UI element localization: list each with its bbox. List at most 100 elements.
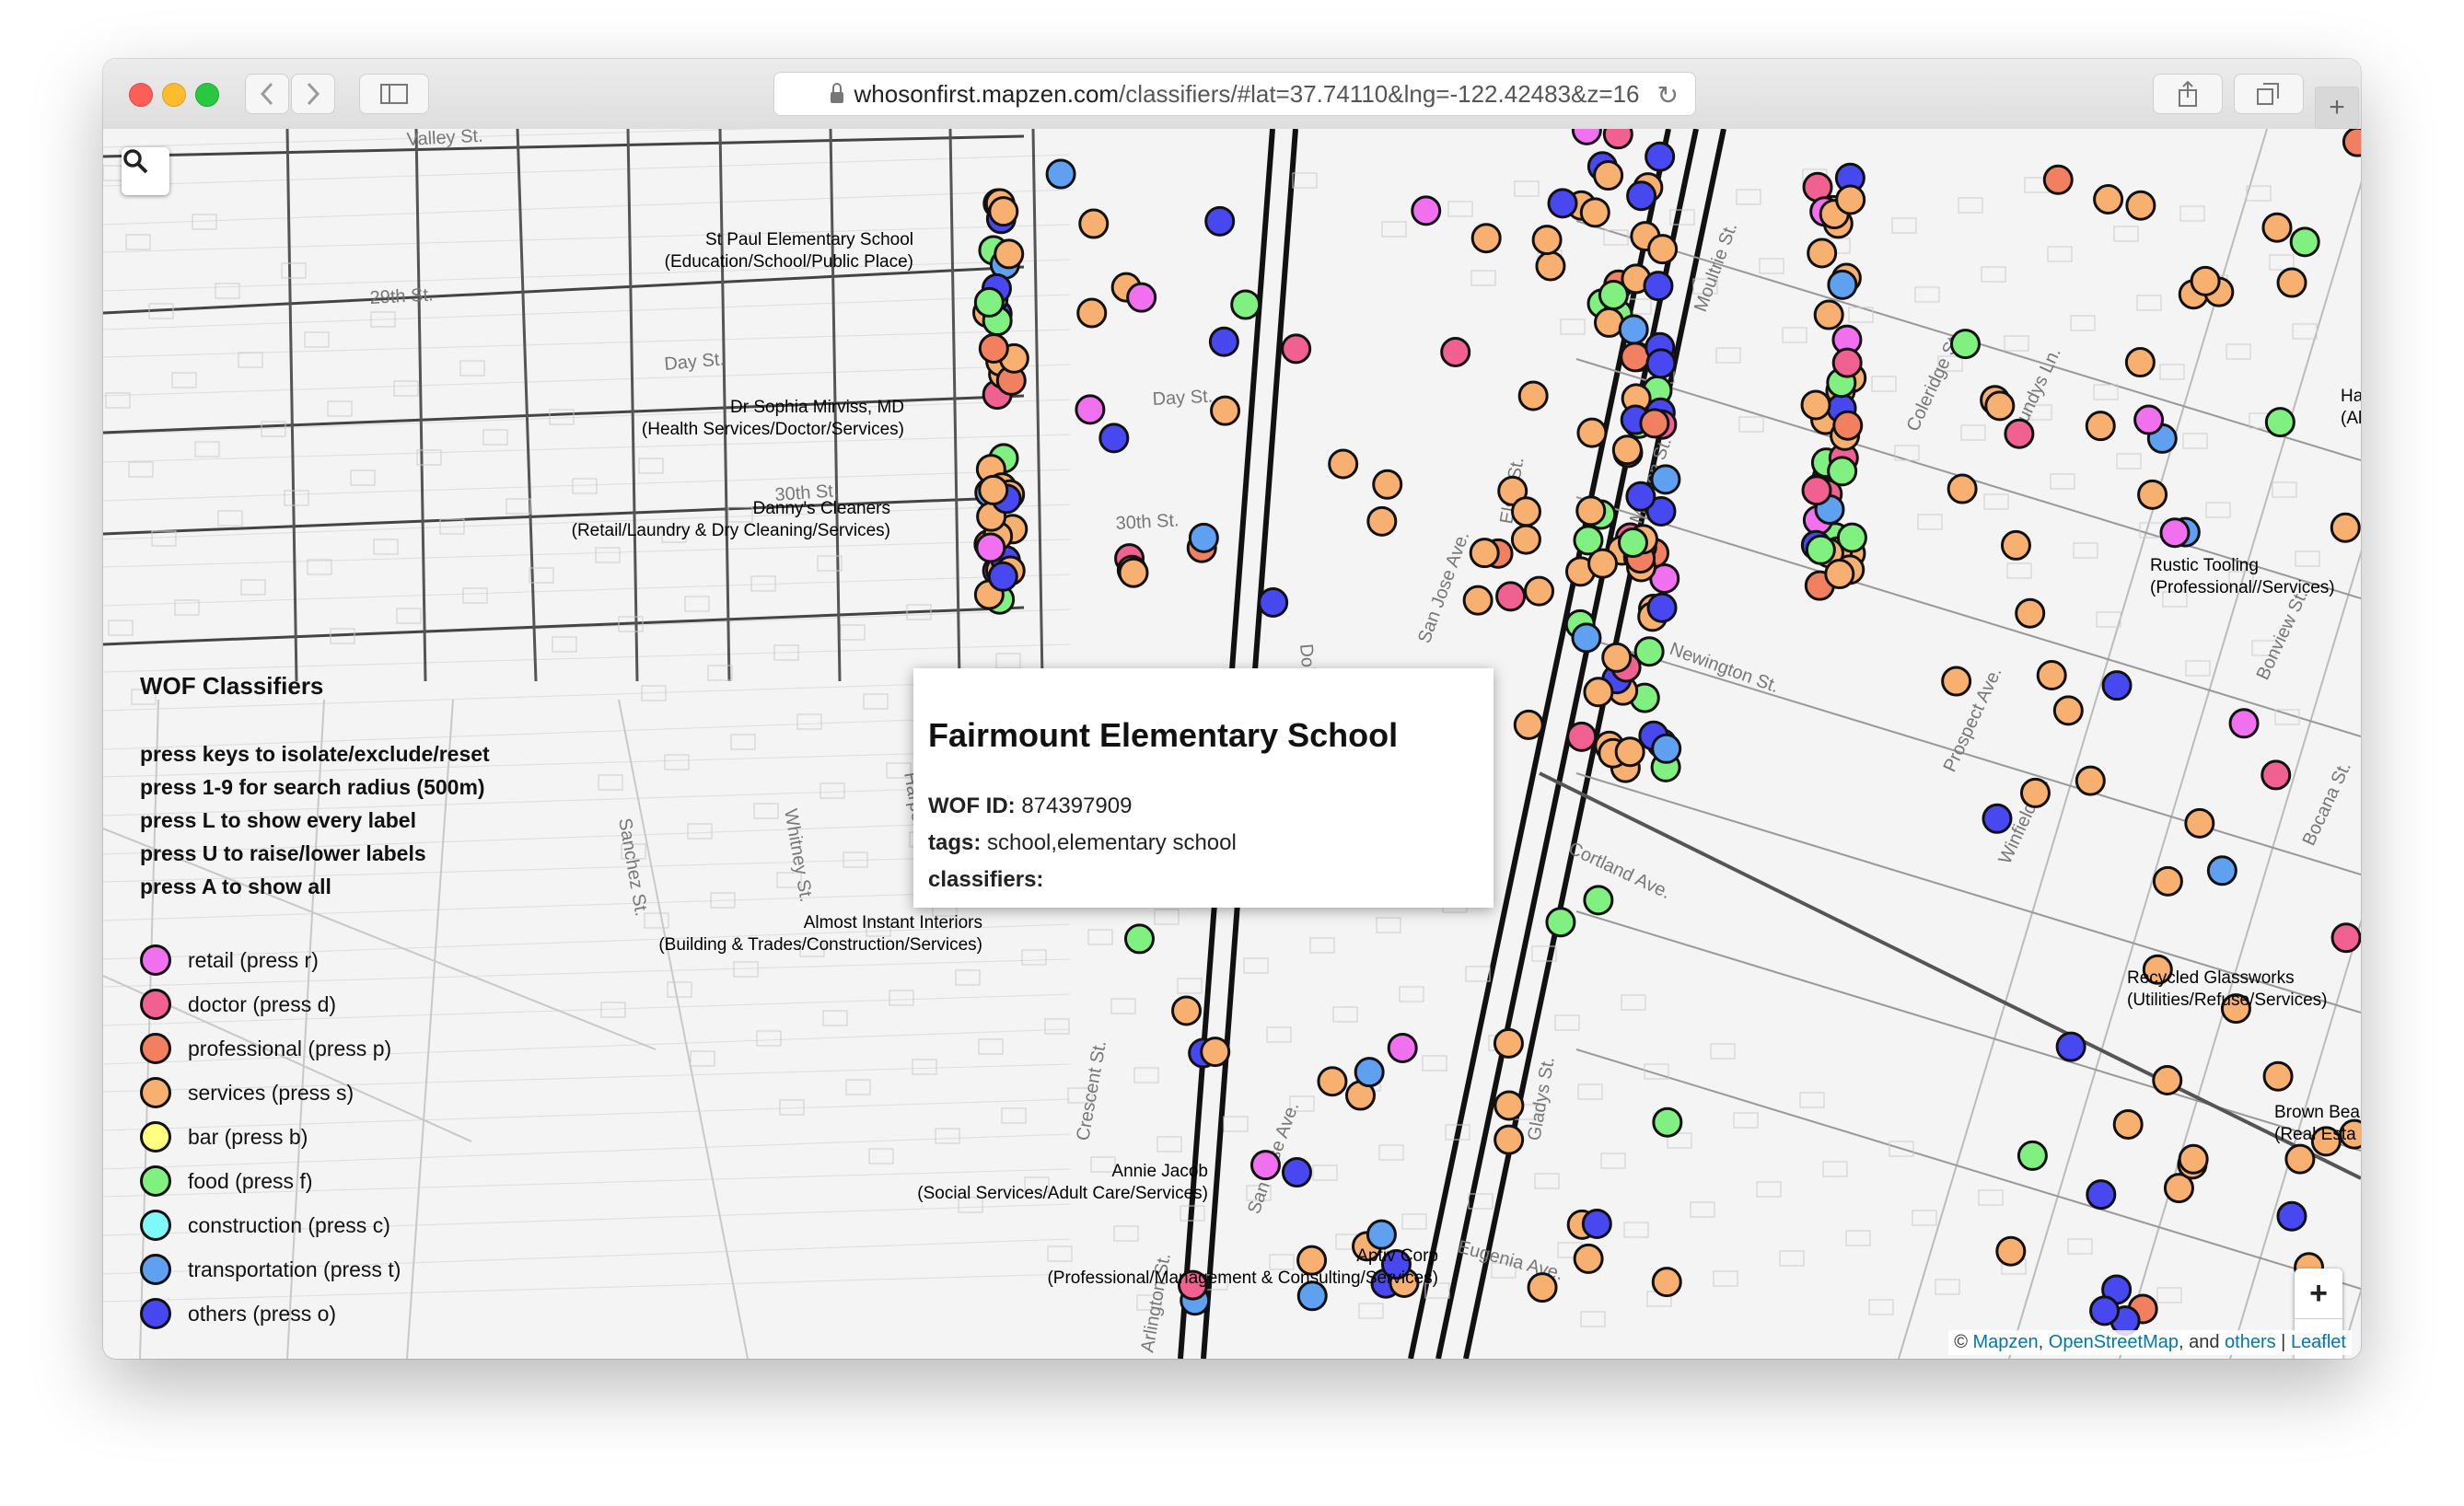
lock-icon — [830, 83, 843, 103]
poi-marker — [1827, 269, 1858, 300]
poi-marker — [1249, 1150, 1281, 1181]
minimize-window-button[interactable] — [162, 83, 186, 107]
poi-marker — [975, 532, 1006, 563]
zoom-in-button[interactable]: + — [2295, 1269, 2342, 1319]
legend-category-row[interactable]: bar (press b) — [140, 1115, 564, 1159]
poi-marker — [1469, 538, 1500, 569]
reload-icon[interactable]: ↻ — [1657, 80, 1679, 110]
poi-marker — [2276, 1200, 2307, 1232]
poi-marker — [1639, 408, 1670, 439]
street-label: Bonview St. — [2253, 586, 2313, 683]
street-line — [1575, 634, 2361, 875]
street-label: 29th St. — [369, 284, 434, 308]
poi-marker — [2190, 265, 2221, 296]
leaflet-link[interactable]: Leaflet — [2291, 1332, 2346, 1352]
poi-marker — [2152, 865, 2183, 897]
street-line — [948, 129, 961, 682]
close-window-button[interactable] — [129, 83, 153, 107]
poi-marker — [973, 286, 1005, 318]
poi-marker — [1807, 237, 1838, 269]
classifier-legend: WOF Classifiers press keys to isolate/ex… — [140, 672, 564, 1336]
category-label: services (press s) — [188, 1080, 354, 1105]
poi-marker — [1045, 158, 1076, 190]
poi-category-label: (Al — [2341, 409, 2361, 428]
popup-tags: tags: school,elementary school — [928, 825, 1479, 862]
category-swatch-icon — [140, 1033, 171, 1064]
sidebar-toggle-button[interactable] — [359, 74, 429, 114]
poi-marker — [2228, 708, 2260, 739]
poi-marker — [2101, 670, 2133, 701]
poi-marker — [1513, 709, 1544, 740]
map-search-button[interactable] — [122, 147, 169, 195]
street-label: San Jose Ave. — [1414, 528, 1473, 645]
poi-name-label: Danny's Cleaners — [753, 499, 890, 518]
maximize-window-button[interactable] — [195, 83, 219, 107]
legend-instructions: press keys to isolate/exclude/reset pres… — [140, 737, 564, 903]
legend-category-row[interactable]: doctor (press d) — [140, 982, 564, 1026]
poi-marker — [1647, 234, 1679, 265]
poi-marker — [1440, 337, 1471, 368]
poi-marker — [1328, 448, 1359, 480]
share-button[interactable] — [2153, 74, 2223, 114]
legend-category-row[interactable]: transportation (press t) — [140, 1247, 564, 1292]
category-label: doctor (press d) — [188, 991, 337, 1016]
poi-marker — [1366, 505, 1398, 537]
poi-marker — [2264, 407, 2295, 438]
category-label: food (press f) — [188, 1168, 313, 1193]
poi-marker — [1204, 205, 1236, 237]
street-line — [103, 606, 1025, 646]
category-swatch-icon — [140, 1210, 171, 1241]
street-label: Valley St. — [406, 129, 483, 150]
category-swatch-icon — [140, 989, 171, 1020]
poi-marker — [1611, 434, 1643, 466]
poi-marker — [2004, 418, 2035, 449]
poi-marker — [1651, 733, 1682, 764]
poi-marker — [1982, 803, 2013, 834]
instruction-line: press U to raise/lower labels — [140, 841, 426, 865]
poi-marker — [1618, 314, 1649, 345]
poi-marker — [1545, 907, 1576, 938]
poi-marker — [1126, 282, 1157, 313]
map[interactable]: Valley St. 29th St. Day St. Day St. 30th St.… — [103, 129, 2361, 1359]
instruction-line: press L to show every label — [140, 808, 416, 832]
poi-marker — [1831, 347, 1863, 378]
poi-marker — [2015, 597, 2046, 629]
poi-name-label: Brown Bea — [2274, 1103, 2360, 1122]
poi-marker — [1824, 559, 1855, 590]
url-host: whosonfirst.mapzen.com — [854, 79, 1120, 108]
poi-marker — [2137, 479, 2168, 510]
forward-button[interactable] — [291, 74, 335, 114]
openstreetmap-link[interactable]: OpenStreetMap — [2049, 1332, 2179, 1352]
poi-marker — [1281, 1157, 1312, 1188]
poi-marker — [2178, 1143, 2209, 1175]
legend-category-row[interactable]: retail (press r) — [140, 938, 564, 982]
poi-marker — [1281, 333, 1312, 365]
legend-category-row[interactable]: professional (press p) — [140, 1026, 564, 1071]
others-link[interactable]: others — [2225, 1332, 2276, 1352]
poi-category-label: (Building & Trades/Construction/Services… — [658, 935, 982, 955]
poi-marker — [1387, 1032, 1418, 1063]
poi-marker — [1210, 395, 1241, 426]
address-bar[interactable]: whosonfirst.mapzen.com/classifiers/#lat=… — [773, 72, 1696, 116]
legend-category-row[interactable]: others (press o) — [140, 1292, 564, 1336]
mapzen-link[interactable]: Mapzen — [1973, 1332, 2039, 1352]
poi-marker — [2184, 807, 2215, 839]
legend-category-row[interactable]: services (press s) — [140, 1071, 564, 1115]
tabs-overview-button[interactable] — [2234, 74, 2304, 114]
poi-marker — [1571, 622, 1602, 654]
legend-category-row[interactable]: food (press f) — [140, 1159, 564, 1203]
poi-name-label: Almost Instant Interiors — [804, 913, 982, 933]
share-icon — [2179, 80, 2197, 107]
category-label: retail (press r) — [188, 947, 319, 972]
back-button[interactable] — [245, 74, 289, 114]
poi-marker — [2052, 695, 2084, 726]
poi-marker — [1576, 417, 1608, 448]
poi-category-label: (Utilities/Refuse/Services) — [2127, 990, 2328, 1010]
category-label: professional (press p) — [188, 1036, 392, 1060]
poi-marker — [1650, 464, 1681, 495]
poi-marker — [1646, 592, 1678, 623]
legend-category-row[interactable]: construction (press c) — [140, 1203, 564, 1247]
new-tab-button[interactable]: + — [2315, 87, 2359, 129]
street-label: Arlington St. — [1137, 1252, 1175, 1354]
wof-id-value[interactable]: 874397909 — [1021, 794, 1132, 818]
